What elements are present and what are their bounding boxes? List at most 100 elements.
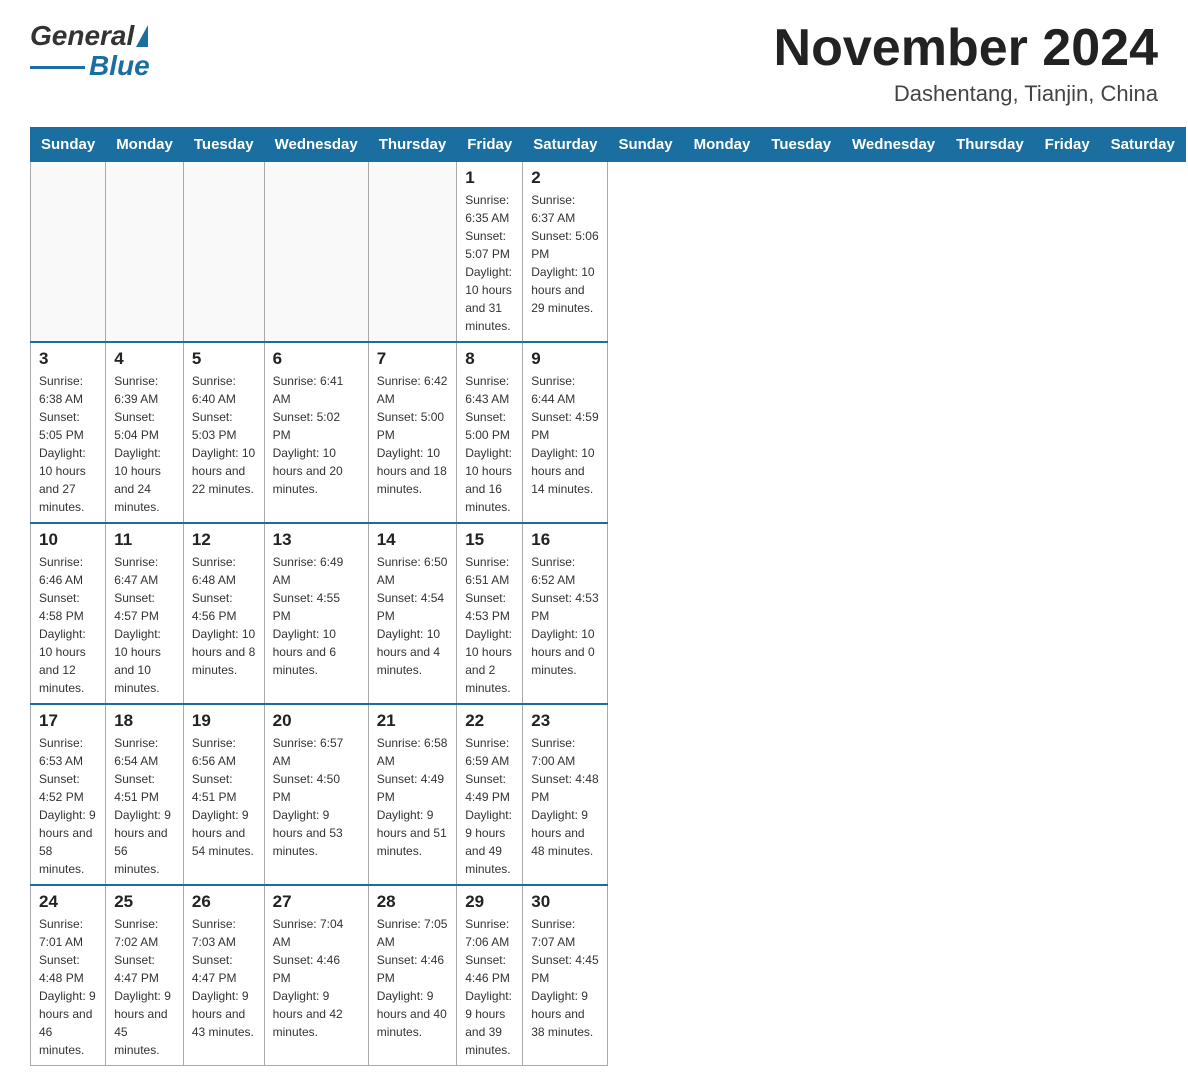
calendar-cell: 19 Sunrise: 6:56 AM Sunset: 4:51 PM Dayli…: [183, 704, 264, 885]
day-number: 10: [39, 530, 97, 550]
day-number: 4: [114, 349, 175, 369]
calendar-cell: 22 Sunrise: 6:59 AM Sunset: 4:49 PM Dayli…: [457, 704, 523, 885]
calendar-cell: 6Sunrise: 6:41 AM Sunset: 5:02 PM Daylig…: [264, 342, 368, 523]
calendar-cell: 8 Sunrise: 6:43 AM Sunset: 5:00 PM Daylig…: [457, 342, 523, 523]
day-info: Sunrise: 7:00 AM Sunset: 4:48 PM Dayligh…: [531, 734, 599, 860]
calendar-cell: 7Sunrise: 6:42 AM Sunset: 5:00 PM Daylig…: [368, 342, 457, 523]
calendar-cell: 11 Sunrise: 6:47 AM Sunset: 4:57 PM Dayli…: [106, 523, 184, 704]
day-number: 18: [114, 711, 175, 731]
header-thursday: Thursday: [368, 128, 457, 162]
day-info: Sunrise: 6:39 AM Sunset: 5:04 PM Dayligh…: [114, 372, 175, 516]
day-info: Sunrise: 6:52 AM Sunset: 4:53 PM Dayligh…: [531, 553, 599, 679]
calendar-cell: 4 Sunrise: 6:39 AM Sunset: 5:04 PM Daylig…: [106, 342, 184, 523]
calendar-cell: 18Sunrise: 6:54 AM Sunset: 4:51 PM Dayli…: [106, 704, 184, 885]
month-title: November 2024: [774, 20, 1158, 77]
day-info: Sunrise: 7:04 AM Sunset: 4:46 PM Dayligh…: [273, 915, 360, 1041]
day-info: Sunrise: 6:50 AM Sunset: 4:54 PM Dayligh…: [377, 553, 449, 679]
day-info: Sunrise: 6:49 AM Sunset: 4:55 PM Dayligh…: [273, 553, 360, 679]
header-thursday: Thursday: [946, 128, 1035, 162]
day-number: 30: [531, 892, 599, 912]
day-number: 25: [114, 892, 175, 912]
calendar-table: SundayMondayTuesdayWednesdayThursdayFrid…: [30, 127, 1186, 1066]
header-monday: Monday: [106, 128, 184, 162]
calendar-cell: 30Sunrise: 7:07 AM Sunset: 4:45 PM Dayli…: [523, 885, 608, 1066]
calendar-cell: 28Sunrise: 7:05 AM Sunset: 4:46 PM Dayli…: [368, 885, 457, 1066]
calendar-cell: 5Sunrise: 6:40 AM Sunset: 5:03 PM Daylig…: [183, 342, 264, 523]
calendar-cell: 13 Sunrise: 6:49 AM Sunset: 4:55 PM Dayli…: [264, 523, 368, 704]
logo-general-text: General: [30, 20, 134, 52]
location-title: Dashentang, Tianjin, China: [774, 81, 1158, 107]
day-number: 24: [39, 892, 97, 912]
day-info: Sunrise: 7:03 AM Sunset: 4:47 PM Dayligh…: [192, 915, 256, 1041]
calendar-header-row: SundayMondayTuesdayWednesdayThursdayFrid…: [31, 128, 1186, 162]
day-number: 5: [192, 349, 256, 369]
day-info: Sunrise: 7:02 AM Sunset: 4:47 PM Dayligh…: [114, 915, 175, 1059]
calendar-cell: 26Sunrise: 7:03 AM Sunset: 4:47 PM Dayli…: [183, 885, 264, 1066]
day-number: 7: [377, 349, 449, 369]
calendar-cell: 23 Sunrise: 7:00 AM Sunset: 4:48 PM Dayli…: [523, 704, 608, 885]
day-info: Sunrise: 6:58 AM Sunset: 4:49 PM Dayligh…: [377, 734, 449, 860]
day-info: Sunrise: 7:06 AM Sunset: 4:46 PM Dayligh…: [465, 915, 514, 1059]
day-number: 17: [39, 711, 97, 731]
page-header: General Blue November 2024 Dashentang, T…: [30, 20, 1158, 107]
calendar-cell: [31, 162, 106, 343]
logo-line: [30, 66, 85, 69]
calendar-cell: 3Sunrise: 6:38 AM Sunset: 5:05 PM Daylig…: [31, 342, 106, 523]
day-info: Sunrise: 7:01 AM Sunset: 4:48 PM Dayligh…: [39, 915, 97, 1059]
day-number: 27: [273, 892, 360, 912]
calendar-cell: 25 Sunrise: 7:02 AM Sunset: 4:47 PM Dayli…: [106, 885, 184, 1066]
day-number: 21: [377, 711, 449, 731]
day-info: Sunrise: 6:43 AM Sunset: 5:00 PM Dayligh…: [465, 372, 514, 516]
day-number: 2: [531, 168, 599, 188]
day-number: 8: [465, 349, 514, 369]
calendar-cell: 24 Sunrise: 7:01 AM Sunset: 4:48 PM Dayli…: [31, 885, 106, 1066]
calendar-cell: 2 Sunrise: 6:37 AM Sunset: 5:06 PM Daylig…: [523, 162, 608, 343]
day-number: 28: [377, 892, 449, 912]
calendar-cell: [368, 162, 457, 343]
calendar-cell: 9 Sunrise: 6:44 AM Sunset: 4:59 PM Daylig…: [523, 342, 608, 523]
calendar-cell: 20 Sunrise: 6:57 AM Sunset: 4:50 PM Dayli…: [264, 704, 368, 885]
day-info: Sunrise: 6:41 AM Sunset: 5:02 PM Dayligh…: [273, 372, 360, 498]
calendar-cell: 21 Sunrise: 6:58 AM Sunset: 4:49 PM Dayli…: [368, 704, 457, 885]
day-number: 11: [114, 530, 175, 550]
calendar-cell: 27 Sunrise: 7:04 AM Sunset: 4:46 PM Dayli…: [264, 885, 368, 1066]
calendar-cell: 17 Sunrise: 6:53 AM Sunset: 4:52 PM Dayli…: [31, 704, 106, 885]
logo: General Blue: [30, 20, 150, 82]
day-info: Sunrise: 6:47 AM Sunset: 4:57 PM Dayligh…: [114, 553, 175, 697]
day-info: Sunrise: 6:44 AM Sunset: 4:59 PM Dayligh…: [531, 372, 599, 498]
week-row-1: 3Sunrise: 6:38 AM Sunset: 5:05 PM Daylig…: [31, 342, 1186, 523]
header-tuesday: Tuesday: [761, 128, 842, 162]
calendar-cell: 10Sunrise: 6:46 AM Sunset: 4:58 PM Dayli…: [31, 523, 106, 704]
day-number: 20: [273, 711, 360, 731]
title-section: November 2024 Dashentang, Tianjin, China: [774, 20, 1158, 107]
calendar-cell: 15 Sunrise: 6:51 AM Sunset: 4:53 PM Dayli…: [457, 523, 523, 704]
header-saturday: Saturday: [523, 128, 608, 162]
week-row-4: 24 Sunrise: 7:01 AM Sunset: 4:48 PM Dayli…: [31, 885, 1186, 1066]
day-info: Sunrise: 6:59 AM Sunset: 4:49 PM Dayligh…: [465, 734, 514, 878]
header-wednesday: Wednesday: [842, 128, 946, 162]
calendar-cell: 29Sunrise: 7:06 AM Sunset: 4:46 PM Dayli…: [457, 885, 523, 1066]
calendar-cell: 12Sunrise: 6:48 AM Sunset: 4:56 PM Dayli…: [183, 523, 264, 704]
week-row-0: 1Sunrise: 6:35 AM Sunset: 5:07 PM Daylig…: [31, 162, 1186, 343]
day-number: 16: [531, 530, 599, 550]
day-number: 1: [465, 168, 514, 188]
day-number: 9: [531, 349, 599, 369]
day-info: Sunrise: 6:57 AM Sunset: 4:50 PM Dayligh…: [273, 734, 360, 860]
day-number: 23: [531, 711, 599, 731]
day-number: 22: [465, 711, 514, 731]
day-info: Sunrise: 6:56 AM Sunset: 4:51 PM Dayligh…: [192, 734, 256, 860]
calendar-cell: [106, 162, 184, 343]
day-number: 13: [273, 530, 360, 550]
header-sunday: Sunday: [31, 128, 106, 162]
header-sunday: Sunday: [608, 128, 683, 162]
header-friday: Friday: [1034, 128, 1100, 162]
day-info: Sunrise: 6:53 AM Sunset: 4:52 PM Dayligh…: [39, 734, 97, 878]
day-info: Sunrise: 6:51 AM Sunset: 4:53 PM Dayligh…: [465, 553, 514, 697]
day-number: 19: [192, 711, 256, 731]
day-info: Sunrise: 6:37 AM Sunset: 5:06 PM Dayligh…: [531, 191, 599, 317]
week-row-2: 10Sunrise: 6:46 AM Sunset: 4:58 PM Dayli…: [31, 523, 1186, 704]
logo-blue-text: Blue: [89, 50, 150, 82]
day-number: 15: [465, 530, 514, 550]
calendar-cell: [183, 162, 264, 343]
day-number: 3: [39, 349, 97, 369]
